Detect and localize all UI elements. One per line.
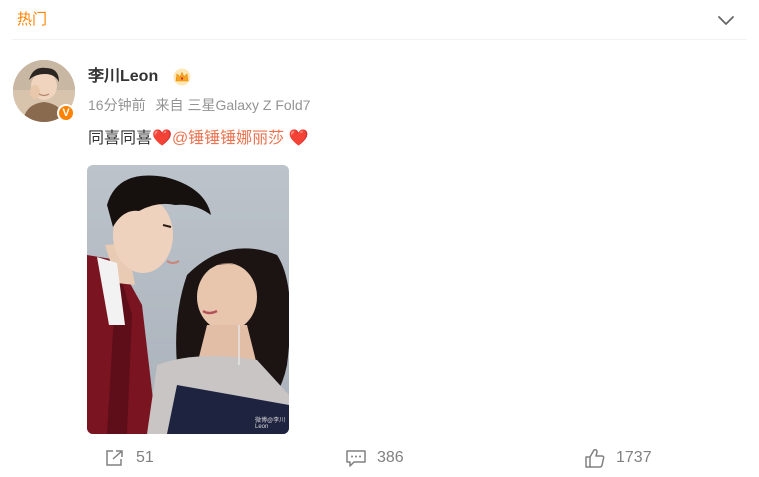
weibo-post-card: 热门 V 李川Leon 16分钟前 来自 三星Galaxy Z Fold7 同喜… xyxy=(0,0,759,477)
mention-link[interactable]: @锤锤锤娜丽莎 xyxy=(172,130,284,147)
heart-emoji-icon: ❤️ xyxy=(288,130,309,147)
post-time[interactable]: 16分钟前 xyxy=(88,97,146,113)
section-title: 热门 xyxy=(17,11,48,28)
post-text-content: 同喜同喜 xyxy=(88,130,153,147)
author-name[interactable]: 李川Leon xyxy=(88,66,158,88)
post-image[interactable]: 微博@李川Leon xyxy=(87,165,289,434)
repost-count: 51 xyxy=(136,449,154,466)
post-meta: 16分钟前 来自 三星Galaxy Z Fold7 xyxy=(88,96,316,114)
section-header: 热门 xyxy=(0,0,759,40)
chevron-down-icon[interactable] xyxy=(716,12,736,28)
comment-button[interactable]: 386 xyxy=(345,446,404,470)
like-count: 1737 xyxy=(616,449,652,466)
repost-icon xyxy=(106,450,123,466)
like-button[interactable]: 1737 xyxy=(584,446,652,470)
image-watermark: 微博@李川Leon xyxy=(255,418,286,430)
thumbs-up-icon xyxy=(585,449,605,468)
comment-count: 386 xyxy=(377,449,404,466)
crown-icon[interactable] xyxy=(172,68,192,86)
post-text: 同喜同喜❤️@锤锤锤娜丽莎 ❤️ xyxy=(88,128,309,150)
source-prefix: 来自 xyxy=(155,97,184,113)
header-divider xyxy=(12,39,747,40)
verified-badge: V xyxy=(57,104,75,122)
repost-button[interactable]: 51 xyxy=(104,446,154,470)
comment-icon xyxy=(346,450,366,467)
heart-emoji-icon: ❤️ xyxy=(152,130,172,147)
post-source[interactable]: 三星Galaxy Z Fold7 xyxy=(187,97,310,113)
